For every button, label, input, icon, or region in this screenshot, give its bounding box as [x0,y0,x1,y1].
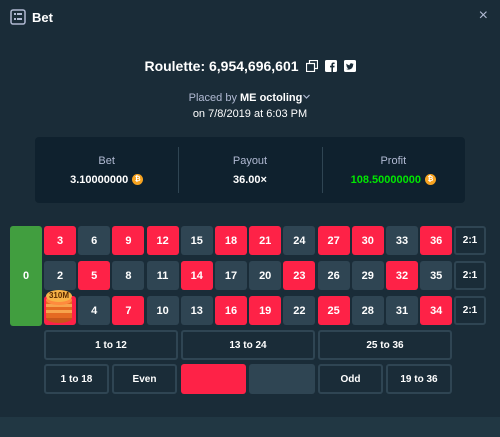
roulette-number-31: 31 [386,296,418,325]
roulette-number-9: 9 [112,226,145,255]
roulette-number-7: 7 [112,296,145,325]
game-id-line: Roulette: 6,954,696,601 [0,58,500,74]
roulette-number-8: 8 [112,261,145,290]
modal-title: Bet [32,9,53,25]
roulette-number-24: 24 [283,226,316,255]
payout-label: Payout [232,154,268,167]
bet-slip-icon [10,9,26,25]
dozen-2: 13 to 24 [181,330,315,360]
roulette-number-33: 33 [386,226,418,255]
bitcoin-icon: ₿ [132,174,144,185]
roulette-number-5: 5 [78,261,111,290]
profit-label: Profit [380,154,407,167]
roulette-number-19: 19 [249,296,282,325]
roulette-number-29: 29 [351,261,384,290]
roulette-number-22: 22 [283,296,316,325]
dozen-3: 25 to 36 [318,330,452,360]
roulette-number-26: 26 [317,261,350,290]
roulette-number-16: 16 [215,296,247,325]
profit-amount: 108.50000000 ₿ [351,174,436,186]
profit-stat: Profit 108.50000000 ₿ [321,137,465,203]
roulette-number-11: 11 [146,261,179,290]
roulette-number-32: 32 [386,261,418,290]
chip-amount: 310M [48,291,69,300]
bet-amount: 3.10000000 ₿ [70,174,144,186]
game-title: Roulette: 6,954,696,601 [144,58,299,74]
roulette-number-14: 14 [180,261,213,290]
roulette-number-4: 4 [78,296,111,325]
roulette-zero: 0 [10,226,42,326]
even-bet: Even [112,364,177,394]
column-bet-middle: 2:1 [454,261,486,290]
roulette-number-3: 3 [44,226,76,255]
bitcoin-icon: ₿ [425,174,436,185]
roulette-number-15: 15 [180,226,213,255]
payout-stat: Payout 36.00× [178,137,321,203]
roulette-number-20: 20 [249,261,282,290]
roulette-number-23: 23 [283,261,316,290]
close-icon[interactable]: × [479,8,488,24]
black-bet [249,364,315,394]
placed-by-line: Placed by ME octoling [0,92,500,104]
high-bet: 19 to 36 [386,364,452,394]
chevron-down-icon[interactable] [302,92,311,104]
roulette-number-12: 12 [146,226,179,255]
roulette-number-10: 10 [146,296,179,325]
column-bet-top: 2:1 [454,226,486,255]
player-name[interactable]: ME octoling [240,92,302,104]
roulette-number-13: 13 [180,296,213,325]
roulette-number-30: 30 [351,226,384,255]
roulette-number-27: 27 [317,226,350,255]
bet-label: Bet [98,154,115,167]
footer-strip [0,417,500,437]
roulette-number-6: 6 [78,226,111,255]
bet-stats-panel: Bet 3.10000000 ₿ Payout 36.00× Profit 108… [35,137,465,203]
modal-header: Bet × [0,0,500,34]
roulette-number-35: 35 [420,261,453,290]
low-bet: 1 to 18 [44,364,109,394]
column-bet-bottom: 2:1 [454,296,486,325]
roulette-number-34: 34 [420,296,453,325]
roulette-number-36: 36 [420,226,453,255]
roulette-number-28: 28 [351,296,384,325]
twitter-icon[interactable] [343,60,356,72]
bet-date: on 7/8/2019 at 6:03 PM [192,108,308,120]
red-bet [181,364,246,394]
payout-multiplier: 36.00× [233,173,267,186]
roulette-number-17: 17 [215,261,247,290]
roulette-number-25: 25 [317,296,350,325]
bet-stat: Bet 3.10000000 ₿ [35,137,178,203]
odd-bet: Odd [318,364,383,394]
roulette-number-18: 18 [215,226,247,255]
copy-icon[interactable] [305,60,318,72]
bet-chip: 310M [44,286,74,324]
facebook-icon[interactable] [324,60,337,72]
roulette-number-21: 21 [249,226,282,255]
placed-by-label: Placed by [188,92,237,104]
dozen-1: 1 to 12 [44,330,178,360]
